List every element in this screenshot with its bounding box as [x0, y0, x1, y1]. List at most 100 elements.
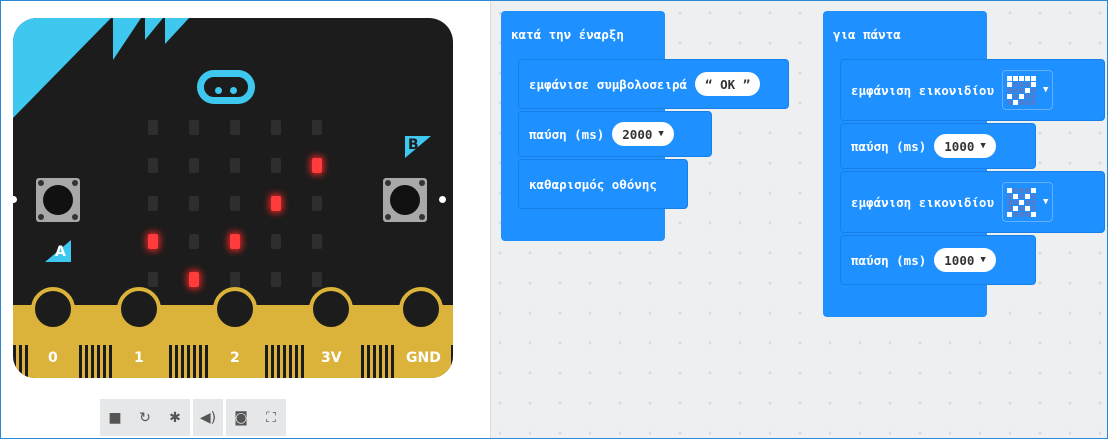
icon-pixel [1025, 211, 1030, 217]
led-2-1 [189, 196, 199, 211]
icon-pixel [1007, 193, 1012, 199]
icon-pixel [1031, 93, 1036, 99]
led-2-3 [271, 196, 281, 211]
led-2-4 [312, 196, 322, 211]
edge-stripe [25, 345, 28, 378]
led-2-0 [148, 196, 158, 211]
icon-pixel [1007, 93, 1012, 99]
clear-screen-block[interactable]: καθαρισμός οθόνης [518, 159, 688, 209]
pin-2[interactable] [213, 287, 257, 331]
show-icon-label-1: εμφάνιση εικονιδίου [851, 82, 994, 98]
icon-pixel [1031, 99, 1036, 105]
icon-pixel [1013, 75, 1018, 81]
icon-pixel [1019, 211, 1024, 217]
pause-block[interactable]: παύση (ms) 2000 ▼ [518, 111, 712, 157]
led-0-2 [230, 120, 240, 135]
led-4-1 [189, 272, 199, 287]
icon-pixel [1019, 199, 1024, 205]
edge-stripe [97, 345, 100, 378]
icon-picker-2[interactable]: ▼ [1002, 182, 1054, 222]
button-a[interactable] [36, 178, 80, 222]
restart-icon[interactable]: ↻ [130, 399, 160, 436]
led-3-0 [148, 234, 158, 249]
edge-stripe [391, 345, 394, 378]
led-1-2 [230, 158, 240, 173]
led-4-3 [271, 272, 281, 287]
pin-1[interactable] [117, 287, 161, 331]
icon-pixel [1019, 187, 1024, 193]
show-string-label: εμφάνισε συμβολοσειρά [529, 76, 688, 92]
icon-pixel [1019, 99, 1024, 105]
debug-icon[interactable]: ✱ [160, 399, 190, 436]
pin-0[interactable] [31, 287, 75, 331]
pin-GND[interactable] [399, 287, 443, 331]
edge-stripe [451, 345, 453, 378]
icon-pixel [1025, 81, 1030, 87]
icon-pixel [1031, 81, 1036, 87]
screenshot-icon[interactable]: ◙ [226, 399, 256, 436]
icon-pixel [1031, 87, 1036, 93]
icon-pixel [1025, 93, 1030, 99]
icon-pixel [1007, 211, 1012, 217]
pause-block-2[interactable]: παύση (ms) 1000 ▼ [840, 235, 1036, 285]
icon-pixel [1019, 75, 1024, 81]
pause-block-1[interactable]: παύση (ms) 1000 ▼ [840, 123, 1036, 169]
show-icon-block-1[interactable]: εμφάνιση εικονιδίου ▼ [840, 59, 1105, 121]
edge-stripe [169, 345, 172, 378]
led-1-3 [271, 158, 281, 173]
button-b-label: B [408, 137, 419, 153]
edge-stripe [271, 345, 274, 378]
edge-stripe [91, 345, 94, 378]
edge-stripe [295, 345, 298, 378]
led-3-2 [230, 234, 240, 249]
icon-pixel [1013, 99, 1018, 105]
forever-label: για πάντα [833, 27, 901, 42]
icon-pixel [1013, 211, 1018, 217]
edge-stripe [85, 345, 88, 378]
icon-pixel [1019, 81, 1024, 87]
icon-pixel [1025, 199, 1030, 205]
led-0-1 [189, 120, 199, 135]
pin-3V[interactable] [309, 287, 353, 331]
stop-icon[interactable]: ■ [100, 399, 130, 436]
toolbar-group: ◙ ⛶ [226, 399, 286, 436]
icon-pixel [1025, 187, 1030, 193]
show-string-block[interactable]: εμφάνισε συμβολοσειρά “ OK ” [518, 59, 789, 109]
led-4-0 [148, 272, 158, 287]
edge-stripe [103, 345, 106, 378]
led-0-0 [148, 120, 158, 135]
sound-icon[interactable]: ◀) [193, 399, 223, 436]
icon-pixel [1019, 193, 1024, 199]
icon-pixel [1025, 193, 1030, 199]
chevron-down-icon: ▼ [1043, 85, 1049, 95]
pause-dropdown-2[interactable]: 1000 ▼ [934, 248, 996, 272]
chevron-down-icon: ▼ [1043, 197, 1049, 207]
icon-pixel [1025, 99, 1030, 105]
edge-stripe [367, 345, 370, 378]
clear-screen-label: καθαρισμός οθόνης [529, 176, 657, 192]
pause-dropdown[interactable]: 2000 ▼ [612, 122, 674, 146]
icon-pixel [1025, 87, 1030, 93]
icon-picker-1[interactable]: ▼ [1002, 70, 1054, 110]
icon-pixel [1019, 205, 1024, 211]
edge-stripe [385, 345, 388, 378]
edge-stripe [265, 345, 268, 378]
blocks-workspace[interactable]: κατά την έναρξη εμφάνισε συμβολοσειρά “ … [491, 1, 1107, 438]
pin-label-2: 2 [230, 350, 240, 366]
edge-stripe [301, 345, 304, 378]
board-decoration [13, 18, 189, 118]
icon-pixel [1013, 81, 1018, 87]
icon-pixel [1019, 93, 1024, 99]
chevron-down-icon: ▼ [980, 141, 986, 151]
microbit-board: A B 0 1 2 3V GND [13, 18, 453, 378]
led-2-2 [230, 196, 240, 211]
icon-pixel [1007, 81, 1012, 87]
fullscreen-icon[interactable]: ⛶ [256, 399, 286, 436]
button-b[interactable] [383, 178, 427, 222]
show-string-input[interactable]: “ OK ” [695, 72, 761, 96]
icon-pixel [1013, 205, 1018, 211]
led-0-3 [271, 120, 281, 135]
show-icon-block-2[interactable]: εμφάνιση εικονιδίου ▼ [840, 171, 1105, 233]
toolbar-group: ◀) [193, 399, 223, 436]
pause-dropdown-1[interactable]: 1000 ▼ [934, 134, 996, 158]
